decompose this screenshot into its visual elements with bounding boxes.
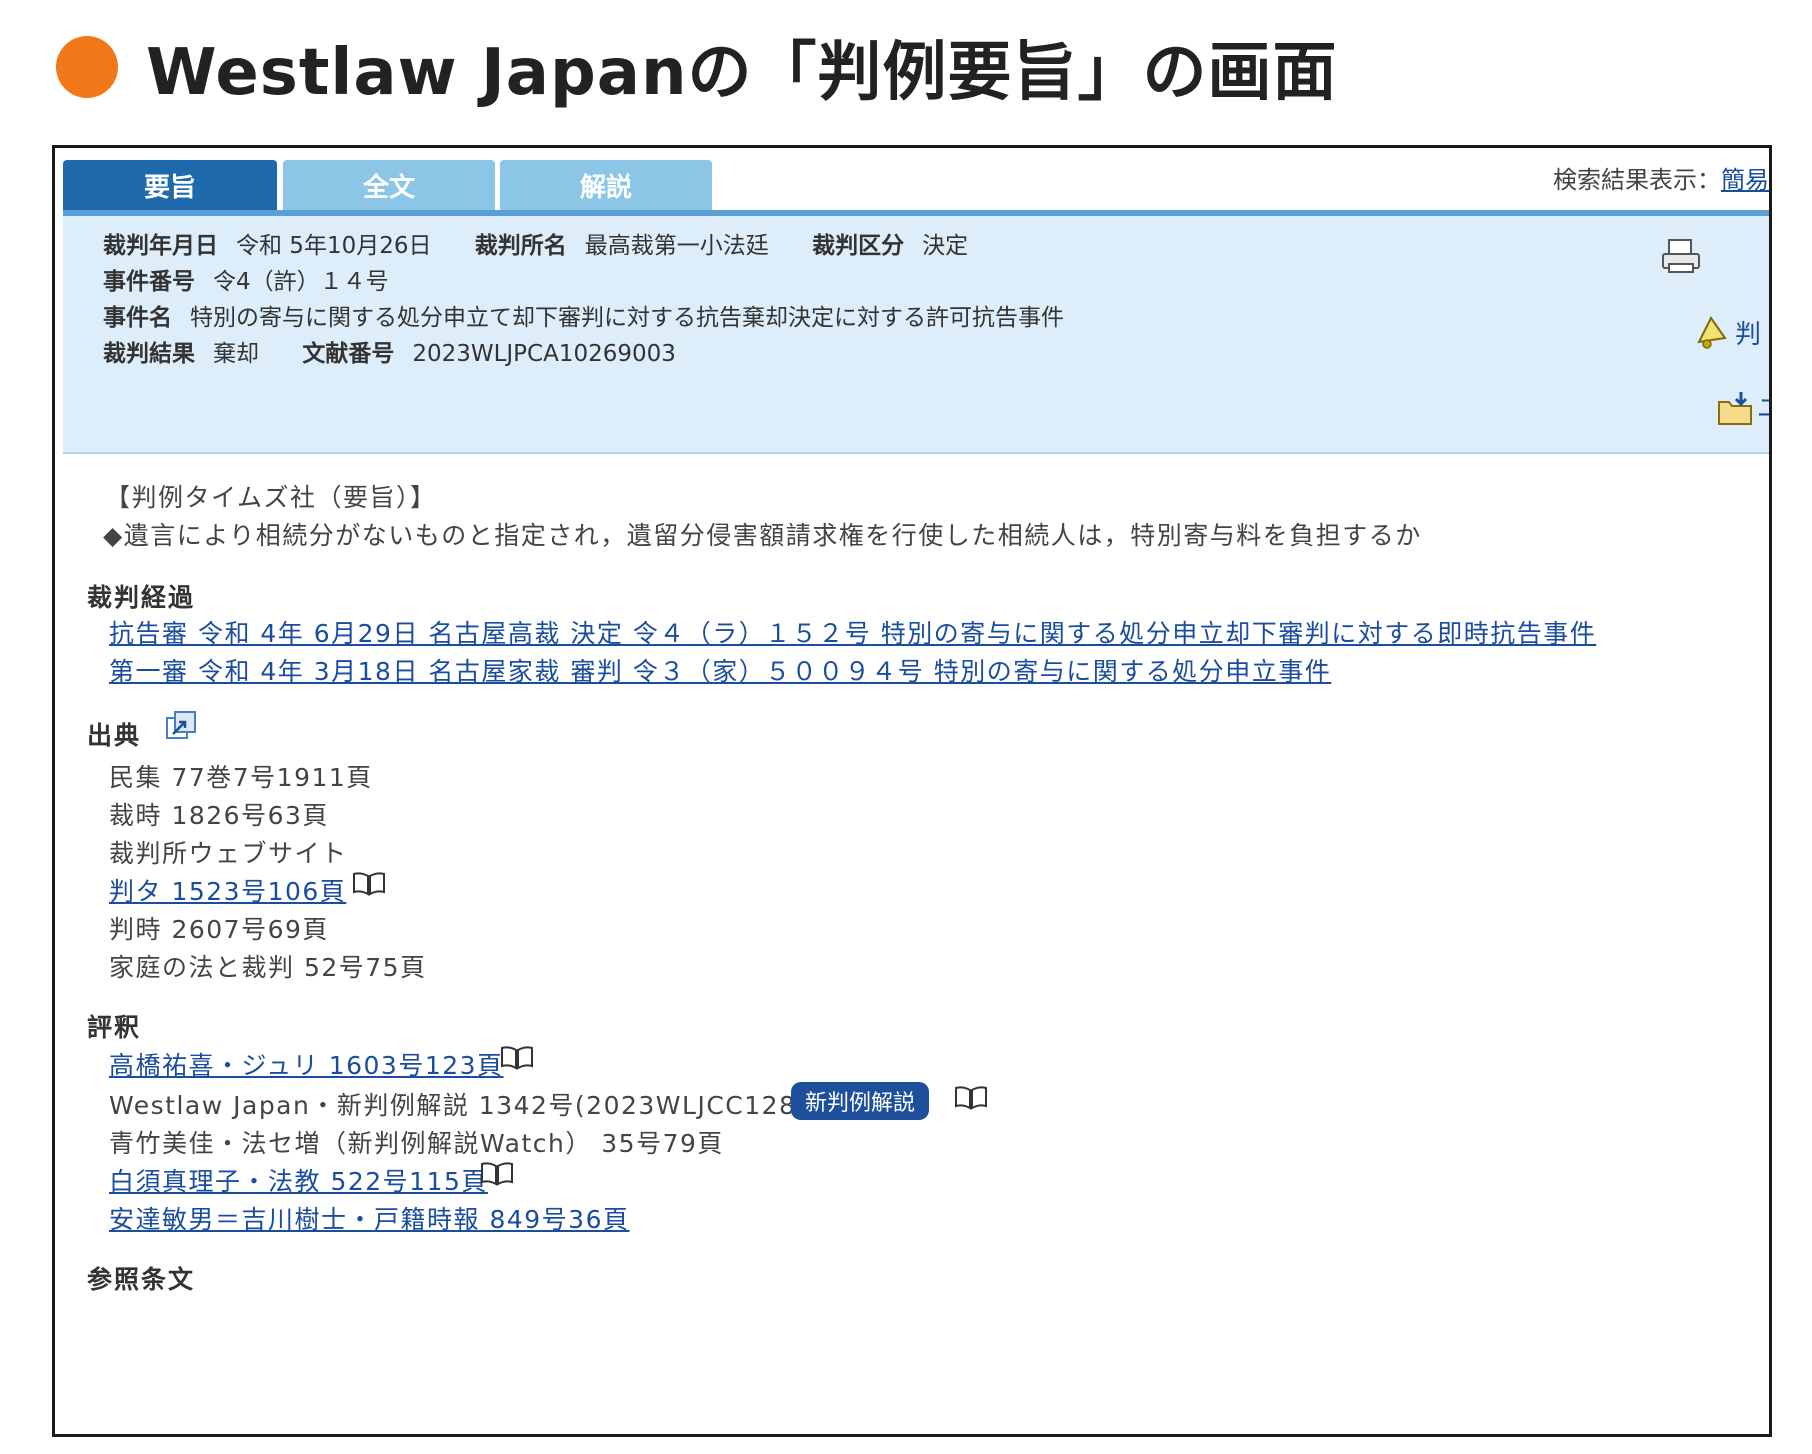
result-label: 裁判結果 (103, 341, 195, 367)
search-result-display: 検索結果表示：簡易 (1553, 160, 1769, 195)
history-heading: 裁判経過 (87, 583, 196, 612)
side-link-download[interactable]: ユ (1757, 388, 1769, 425)
info-row-date: 裁判年月日 令和 5年10月26日 裁判所名 最高裁第一小法廷 裁判区分 決定 (103, 226, 968, 260)
commentary-link-takahashi[interactable]: 高橋祐喜・ジュリ 1603号123頁 (109, 1046, 504, 1082)
case-number-value: 令4（許）１４号 (213, 269, 389, 295)
print-icon[interactable] (1659, 236, 1703, 276)
source-hanta-link[interactable]: 判タ 1523号106頁 (109, 872, 346, 908)
commentary-link-adachi[interactable]: 安達敏男＝吉川樹士・戸籍時報 849号36頁 (109, 1200, 629, 1236)
date-label: 裁判年月日 (103, 233, 218, 259)
history-link-appeal[interactable]: 抗告審 令和 4年 6月29日 名古屋高裁 決定 令４（ラ）１５２号 特別の寄与… (109, 614, 1596, 650)
book-icon[interactable] (953, 1084, 989, 1112)
new-case-commentary-badge[interactable]: 新判例解説 (791, 1082, 930, 1120)
search-display-label: 検索結果表示： (1553, 166, 1721, 194)
source-katei: 家庭の法と裁判 52号75頁 (109, 953, 427, 982)
external-link-icon[interactable] (163, 708, 199, 744)
summary-point: ◆遺言により相続分がないものと指定され，遺留分侵害額請求権を行使した相続人は，特… (103, 521, 1422, 550)
orange-bullet-icon (56, 36, 118, 98)
type-label: 裁判区分 (812, 233, 905, 259)
sources-heading: 出典 (87, 721, 142, 750)
type-value: 決定 (922, 233, 969, 259)
summary-source: 【判例タイムズ社（要旨）】 (105, 483, 437, 512)
source-court-website: 裁判所ウェブサイト (109, 839, 348, 868)
references-heading: 参照条文 (87, 1265, 196, 1294)
side-link-hanrei[interactable]: 判 (1735, 314, 1761, 351)
info-row-result: 裁判結果 棄却 文献番号 2023WLJPCA10269003 (103, 334, 676, 368)
commentary-aotake: 青竹美佳・法セ増（新判例解説Watch） 35号79頁 (109, 1129, 724, 1158)
case-number-label: 事件番号 (103, 269, 195, 295)
tab-summary[interactable]: 要旨 (63, 160, 277, 210)
case-name-label: 事件名 (103, 305, 172, 331)
history-link-first-instance[interactable]: 第一審 令和 4年 3月18日 名古屋家裁 審判 令３（家）５００９４号 特別の… (109, 652, 1331, 688)
commentary-heading: 評釈 (87, 1013, 142, 1042)
source-hanji: 判時 2607号69頁 (109, 915, 329, 944)
commentary-westlaw: Westlaw Japan・新判例解説 1342号(2023WLJCC128) (109, 1091, 808, 1120)
result-value: 棄却 (213, 341, 259, 367)
tab-bar: 要旨 全文 解説 (63, 160, 1769, 216)
info-row-case-name: 事件名 特別の寄与に関する処分申立て却下審判に対する抗告棄却決定に対する許可抗告事… (103, 298, 1064, 332)
date-value: 令和 5年10月26日 (236, 233, 432, 259)
bell-icon[interactable] (1691, 312, 1731, 352)
court-value: 最高裁第一小法廷 (584, 233, 769, 259)
screenshot-frame: 要旨 全文 解説 検索結果表示：簡易 裁判年月日 令和 5年10月26日 裁判所名… (52, 145, 1772, 1437)
doc-number-value: 2023WLJPCA10269003 (412, 341, 676, 367)
folder-download-icon[interactable] (1715, 388, 1755, 428)
source-minshu: 民集 77巻7号1911頁 (109, 763, 373, 792)
search-display-simple-link[interactable]: 簡易 (1721, 166, 1769, 194)
info-row-case-number: 事件番号 令4（許）１４号 (103, 262, 389, 296)
tab-commentary[interactable]: 解説 (500, 160, 712, 210)
doc-number-label: 文献番号 (302, 341, 395, 367)
case-name-value: 特別の寄与に関する処分申立て却下審判に対する抗告棄却決定に対する許可抗告事件 (190, 305, 1064, 331)
case-info-box: 裁判年月日 令和 5年10月26日 裁判所名 最高裁第一小法廷 裁判区分 決定 事件番… (63, 216, 1769, 454)
commentary-link-shirasu[interactable]: 白須真理子・法教 522号115頁 (109, 1162, 488, 1198)
book-icon[interactable] (499, 1044, 535, 1072)
book-icon[interactable] (479, 1160, 515, 1188)
page-title: Westlaw Japanの「判例要旨」の画面 (146, 36, 1338, 110)
court-label: 裁判所名 (474, 233, 567, 259)
tab-fulltext[interactable]: 全文 (283, 160, 495, 210)
source-saiji: 裁時 1826号63頁 (109, 801, 329, 830)
page-heading: Westlaw Japanの「判例要旨」の画面 (56, 22, 1338, 112)
book-icon[interactable] (351, 870, 387, 898)
